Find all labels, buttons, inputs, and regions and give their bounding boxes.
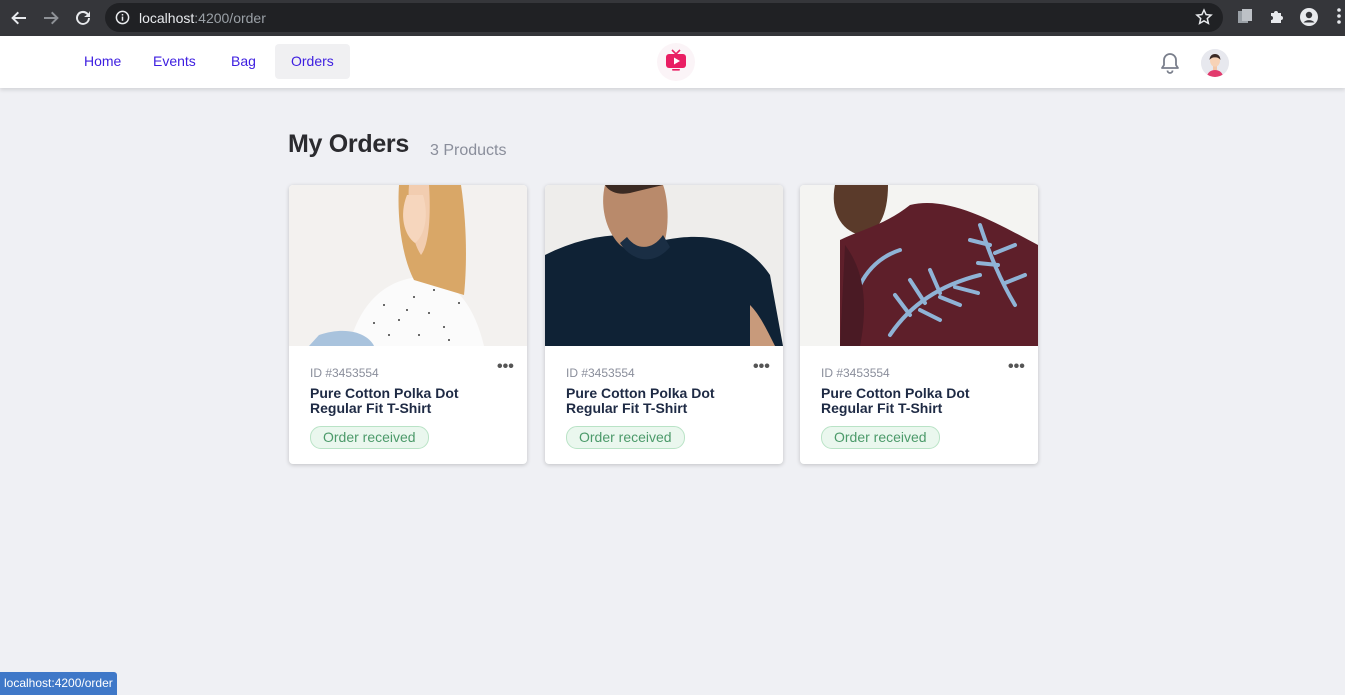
profile-icon[interactable]	[1299, 7, 1319, 32]
status-badge: Order received	[310, 426, 429, 449]
site-info-icon[interactable]	[115, 10, 130, 30]
browser-toolbar: localhost:4200/order	[0, 0, 1345, 36]
more-options-icon[interactable]: •••	[753, 359, 770, 375]
more-options-icon[interactable]: •••	[1008, 359, 1025, 375]
product-name: Pure Cotton Polka Dot Regular Fit T-Shir…	[821, 385, 970, 416]
product-name: Pure Cotton Polka Dot Regular Fit T-Shir…	[310, 385, 459, 416]
link-status-bar: localhost:4200/order	[0, 672, 117, 695]
order-id: ID #3453554	[566, 366, 635, 380]
nav-bag[interactable]: Bag	[215, 44, 272, 79]
nav-orders[interactable]: Orders	[275, 44, 350, 79]
url-text: localhost:4200/order	[139, 10, 266, 26]
order-card[interactable]: ID #3453554 ••• Pure Cotton Polka Dot Re…	[289, 185, 527, 464]
app-header: Home Events Bag Orders	[0, 36, 1345, 88]
extension-docs-icon[interactable]	[1236, 7, 1254, 30]
order-card[interactable]: ID #3453554 ••• Pure Cotton Polka Dot Re…	[800, 185, 1038, 464]
extensions-puzzle-icon[interactable]	[1268, 7, 1286, 30]
product-image	[545, 185, 783, 346]
browser-menu-icon[interactable]	[1336, 7, 1342, 30]
page-title: My Orders	[288, 130, 409, 158]
reload-icon[interactable]	[71, 6, 95, 30]
address-bar[interactable]: localhost:4200/order	[105, 3, 1223, 32]
tv-play-icon	[664, 48, 688, 77]
product-image	[800, 185, 1038, 346]
notification-bell-icon[interactable]	[1159, 51, 1181, 80]
order-id: ID #3453554	[310, 366, 379, 380]
app-logo[interactable]	[657, 43, 695, 81]
back-arrow-icon[interactable]	[7, 6, 31, 30]
more-options-icon[interactable]: •••	[497, 359, 514, 375]
product-count: 3 Products	[430, 142, 507, 159]
product-image	[289, 185, 527, 346]
bookmark-star-icon[interactable]	[1195, 8, 1213, 31]
nav-home[interactable]: Home	[68, 44, 137, 79]
status-badge: Order received	[566, 426, 685, 449]
order-id: ID #3453554	[821, 366, 890, 380]
order-card[interactable]: ID #3453554 ••• Pure Cotton Polka Dot Re…	[545, 185, 783, 464]
user-avatar[interactable]	[1201, 49, 1229, 77]
product-name: Pure Cotton Polka Dot Regular Fit T-Shir…	[566, 385, 715, 416]
nav-events[interactable]: Events	[137, 44, 212, 79]
forward-arrow-icon[interactable]	[39, 6, 63, 30]
status-badge: Order received	[821, 426, 940, 449]
